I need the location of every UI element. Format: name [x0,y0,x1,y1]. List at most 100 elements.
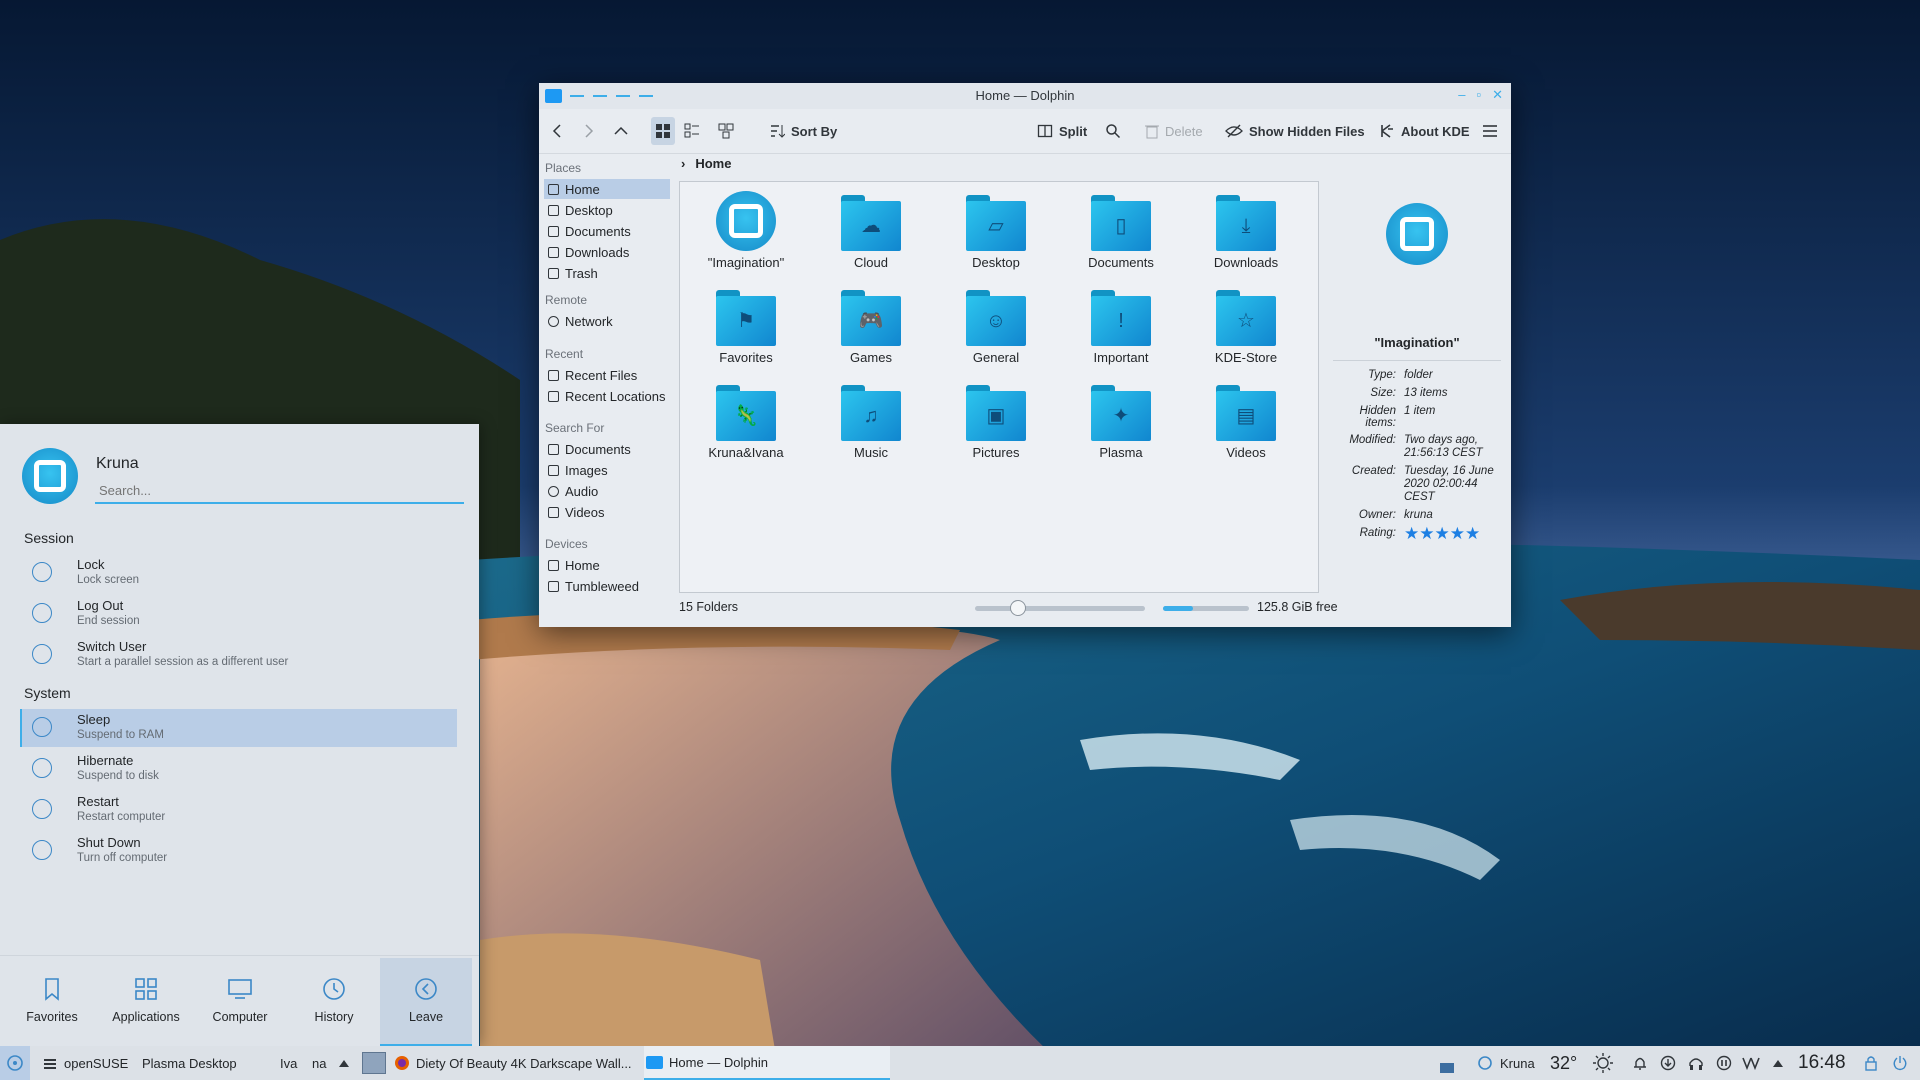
search-item-images[interactable]: Images [544,460,670,480]
hibernate-button[interactable]: Hibernate Suspend to disk [22,750,457,788]
restart-button[interactable]: Restart Restart computer [22,791,457,829]
tray-expand-arrow[interactable] [1772,1046,1784,1080]
search-item-audio[interactable]: Audio [544,481,670,501]
forward-button[interactable] [581,117,597,145]
about-kde-button[interactable]: About KDE [1379,117,1470,145]
log-out-button[interactable]: Log Out End session [22,595,457,633]
taskbar-item-opensuse[interactable]: openSUSE [42,1046,128,1080]
folder-item[interactable]: ! Important [1066,286,1176,365]
tab-history[interactable]: History [288,958,380,1044]
up-button[interactable] [613,117,629,145]
star-icon[interactable]: ★ [1465,524,1480,543]
close-button[interactable]: ✕ [1492,87,1503,103]
places-item-recent-files[interactable]: Recent Files [544,365,670,385]
folder-item[interactable]: ▯ Documents [1066,191,1176,270]
folder-item[interactable]: ▤ Videos [1191,381,1301,460]
sleep-button[interactable]: Sleep Suspend to RAM [20,709,457,747]
media-tray-icon[interactable] [1716,1046,1732,1080]
tab-applications[interactable]: Applications [100,958,192,1044]
folder-item[interactable]: 🎮 Games [816,286,926,365]
places-item-documents[interactable]: Documents [544,221,670,241]
tab-computer[interactable]: Computer [194,958,286,1044]
breadcrumb-current[interactable]: Home [695,156,731,171]
tab-leave[interactable]: Leave [380,958,472,1046]
star-icon[interactable]: ★ [1450,524,1465,543]
task-firefox[interactable]: Diety Of Beauty 4K Darkscape Wall... [394,1046,640,1080]
eye-slash-icon [1225,124,1243,138]
keyboard-layout-tray-icon[interactable] [1742,1046,1764,1080]
free-space-bar [1163,606,1249,611]
taskbar-item-plasma-desktop[interactable]: Plasma Desktop [142,1046,237,1080]
places-item-trash[interactable]: Trash [544,263,670,283]
search-item-documents[interactable]: Documents [544,439,670,459]
chevron-up-icon [614,126,628,135]
file-view[interactable]: "Imagination" ☁ Cloud ▱ Desktop ▯ Documents ⤓ Do… [679,181,1319,593]
tab-favorites[interactable]: Favorites [6,958,98,1044]
folder-item[interactable]: "Imagination" [691,191,801,270]
folder-item[interactable]: ⤓ Downloads [1191,191,1301,270]
places-item-recent-locations[interactable]: Recent Locations [544,386,670,406]
zoom-slider-handle[interactable] [1009,600,1026,616]
zoom-slider[interactable] [975,600,1145,616]
updates-tray-icon[interactable] [1660,1046,1676,1080]
lock-screen-tray-button[interactable] [1864,1046,1878,1080]
delete-button[interactable]: Delete [1145,117,1203,145]
taskbar-item-iva[interactable]: Iva [280,1046,297,1080]
icons-view-button[interactable] [651,117,675,145]
folder-item[interactable]: ☆ KDE-Store [1191,286,1301,365]
back-button[interactable] [549,117,565,145]
task-dolphin[interactable]: Home — Dolphin [644,1046,890,1080]
star-icon[interactable]: ★ [1419,524,1434,543]
split-button[interactable]: Split [1037,117,1087,145]
switch-user-button[interactable]: Switch User Start a parallel session as a… [22,636,457,674]
digital-clock[interactable]: 16:48 [1798,1046,1846,1080]
title-bar[interactable]: Home — Dolphin – ▫ ✕ [539,83,1511,109]
folder-item[interactable]: ♫ Music [816,381,926,460]
maximize-button[interactable]: ▫ [1476,87,1481,103]
folder-name: Kruna&Ivana [708,445,784,460]
search-input[interactable] [95,478,464,504]
lock-button[interactable]: Lock Lock screen [22,554,457,592]
places-item-network[interactable]: Network [544,311,670,331]
folder-item[interactable]: ⚑ Favorites [691,286,801,365]
breadcrumb-separator[interactable]: › [681,156,685,171]
tray-user[interactable]: Kruna [1476,1046,1535,1080]
folder-item[interactable]: ☁ Cloud [816,191,926,270]
rating-stars[interactable]: ★★★★★ [1404,524,1505,543]
pager-desktop[interactable] [362,1046,386,1080]
places-item-downloads[interactable]: Downloads [544,242,670,262]
weather-temperature[interactable]: 32° [1550,1046,1577,1080]
tray-small-indicator[interactable] [1440,1046,1454,1080]
device-item-home[interactable]: Home [544,555,670,575]
power-tray-button[interactable] [1892,1046,1908,1080]
search-button[interactable] [1105,117,1121,145]
taskbar-expand-arrow[interactable] [338,1046,350,1080]
application-launcher-button[interactable] [0,1046,30,1080]
show-hidden-files-button[interactable]: Show Hidden Files [1225,117,1365,145]
notifications-tray-icon[interactable] [1632,1046,1648,1080]
volume-tray-icon[interactable] [1688,1046,1704,1080]
folder-item[interactable]: ✦ Plasma [1066,381,1176,460]
star-icon[interactable]: ★ [1404,524,1419,543]
shut-down-button[interactable]: Shut Down Turn off computer [22,832,457,870]
folder-item[interactable]: 🦎 Kruna&Ivana [691,381,801,460]
star-icon[interactable]: ★ [1435,524,1450,543]
search-item-videos[interactable]: Videos [544,502,670,522]
taskbar-item-na[interactable]: na [312,1046,326,1080]
hamburger-menu-button[interactable] [1482,117,1498,145]
weather-icon[interactable] [1592,1046,1614,1080]
places-item-desktop[interactable]: Desktop [544,200,670,220]
folder-item[interactable]: ▣ Pictures [941,381,1051,460]
sort-by-button[interactable]: Sort By [769,117,837,145]
folder-item[interactable]: ▱ Desktop [941,191,1051,270]
toolbar: Sort By Split Delete Show Hidden Files A… [539,109,1511,154]
device-item-tumbleweed[interactable]: Tumbleweed [544,576,670,596]
compact-view-button[interactable] [683,117,701,145]
folder-icon [646,1055,663,1069]
window-title: Home — Dolphin [975,88,1075,103]
details-view-button[interactable] [717,117,735,145]
folder-item[interactable]: ☺ General [941,286,1051,365]
minimize-button[interactable]: – [1458,87,1465,103]
places-item-home[interactable]: Home [544,179,670,199]
user-avatar[interactable] [22,448,78,504]
